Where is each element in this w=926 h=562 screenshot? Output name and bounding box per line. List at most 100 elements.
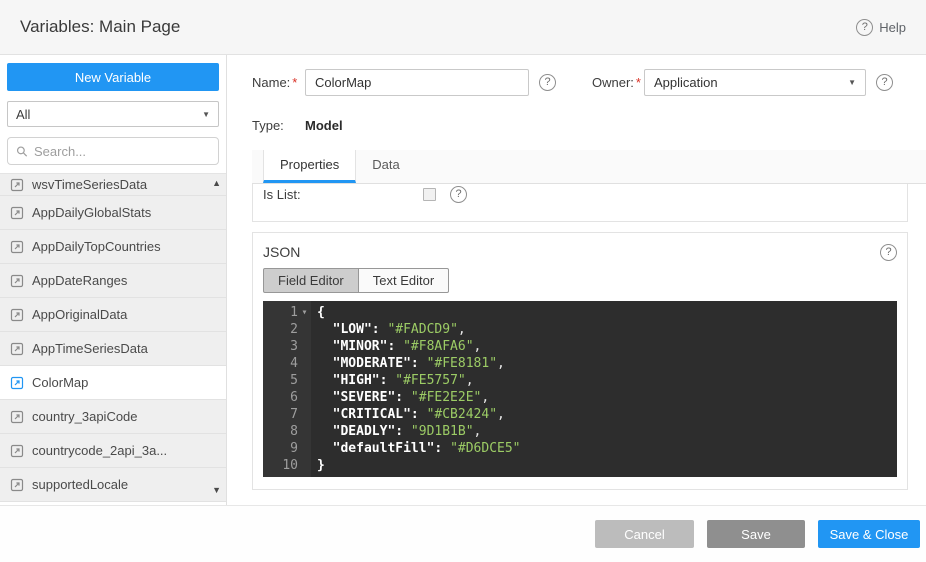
code-key: "defaultFill": [317, 441, 450, 456]
variable-list-item[interactable]: wsvTimeSeriesData [0, 174, 226, 196]
name-field[interactable] [305, 69, 529, 96]
code-line: 5 "HIGH": "#FE5757", [263, 372, 897, 389]
search-input[interactable] [34, 144, 210, 159]
code-key: "SEVERE": [317, 390, 411, 405]
line-number: 1 [263, 304, 298, 321]
code-line: 10} [263, 457, 897, 474]
name-help-icon[interactable]: ? [539, 74, 556, 91]
fold-icon[interactable]: ▾ [298, 304, 311, 321]
json-help-icon[interactable]: ? [880, 244, 897, 261]
variable-detail-panel: Name:* ? Owner:* Application ▼ ? Type: M… [227, 55, 926, 505]
variable-list-item[interactable]: country_3apiCode [0, 400, 226, 434]
variable-list-item-selected[interactable]: ColorMap [0, 366, 226, 400]
required-marker: * [636, 75, 641, 90]
variable-list-item[interactable]: AppDailyGlobalStats [0, 196, 226, 230]
chevron-down-icon: ▼ [202, 110, 210, 119]
code-value: "#CB2424" [427, 407, 497, 422]
is-list-label: Is List: [263, 187, 423, 202]
code-value: "#D6DCE5" [450, 441, 520, 456]
line-number: 2 [263, 321, 298, 338]
page-title: Variables: Main Page [20, 17, 180, 37]
cancel-button[interactable]: Cancel [595, 520, 694, 548]
code-line: 9 "defaultFill": "#D6DCE5" [263, 440, 897, 457]
variable-label: AppDailyTopCountries [32, 239, 161, 254]
tab-properties[interactable]: Properties [263, 150, 356, 183]
code-line: 3 "MINOR": "#F8AFA6", [263, 338, 897, 355]
variable-label: countrycode_2api_3a... [32, 443, 167, 458]
variable-list-item[interactable]: AppDailyTopCountries [0, 230, 226, 264]
variable-icon [10, 206, 24, 220]
code-punct: , [497, 407, 505, 422]
variable-label: AppDateRanges [32, 273, 127, 288]
owner-select[interactable]: Application ▼ [644, 69, 866, 96]
code-line: 7 "CRITICAL": "#CB2424", [263, 406, 897, 423]
new-variable-button[interactable]: New Variable [7, 63, 219, 91]
fold-icon [298, 389, 311, 406]
variable-label: country_3apiCode [32, 409, 138, 424]
save-button[interactable]: Save [707, 520, 805, 548]
json-section-title: JSON [263, 244, 300, 260]
fold-icon [298, 372, 311, 389]
help-button[interactable]: ? Help [856, 19, 906, 36]
tab-data[interactable]: Data [356, 150, 415, 183]
code-value: "#F8AFA6" [403, 339, 473, 354]
code-key: "MODERATE": [317, 356, 427, 371]
code-value: "#FE2E2E" [411, 390, 481, 405]
variable-label: supportedLocale [32, 477, 128, 492]
variable-list-item[interactable]: AppDateRanges [0, 264, 226, 298]
is-list-checkbox[interactable] [423, 188, 436, 201]
variable-icon [10, 178, 24, 192]
code-key: } [317, 458, 325, 473]
variable-icon [10, 240, 24, 254]
fold-icon [298, 440, 311, 457]
code-punct: , [466, 373, 474, 388]
type-row: Type: Model [252, 114, 908, 136]
fold-icon [298, 423, 311, 440]
json-code-editor[interactable]: 1▾ { 2 "LOW": "#FADCD9", 3 "MINOR": "#F8A… [263, 301, 897, 477]
code-key: "LOW": [317, 322, 387, 337]
owner-help-icon[interactable]: ? [876, 74, 893, 91]
code-line: 2 "LOW": "#FADCD9", [263, 321, 897, 338]
variable-list-item[interactable]: AppOriginalData [0, 298, 226, 332]
variable-label: AppOriginalData [32, 307, 127, 322]
variable-list-item[interactable]: AppTimeSeriesData [0, 332, 226, 366]
variable-filter-select[interactable]: All ▼ [7, 101, 219, 127]
code-key: { [317, 305, 325, 320]
code-line: 4 "MODERATE": "#FE8181", [263, 355, 897, 372]
line-number: 8 [263, 423, 298, 440]
code-value: "9D1B1B" [411, 424, 474, 439]
required-marker: * [292, 75, 297, 90]
scroll-up-icon[interactable]: ▲ [212, 178, 221, 188]
code-key: "HIGH": [317, 373, 395, 388]
app-body: New Variable All ▼ wsvTimeSeriesData App… [0, 55, 926, 505]
filter-selected-value: All [16, 107, 30, 122]
page-header: Variables: Main Page ? Help [0, 0, 926, 55]
is-list-help-icon[interactable]: ? [450, 186, 467, 203]
line-number: 7 [263, 406, 298, 423]
code-punct: , [474, 339, 482, 354]
variable-icon [10, 342, 24, 356]
line-number: 9 [263, 440, 298, 457]
name-label: Name:* [252, 75, 305, 90]
type-value: Model [305, 118, 343, 133]
field-editor-button[interactable]: Field Editor [263, 268, 359, 293]
save-and-close-button[interactable]: Save & Close [818, 520, 920, 548]
fold-icon [298, 321, 311, 338]
variable-list-item[interactable]: supportedLocale [0, 468, 226, 502]
variable-list-item[interactable]: countrycode_2api_3a... [0, 434, 226, 468]
line-number: 10 [263, 457, 298, 474]
line-number: 3 [263, 338, 298, 355]
code-punct: , [458, 322, 466, 337]
type-label: Type: [252, 118, 305, 133]
line-number: 6 [263, 389, 298, 406]
scroll-down-icon[interactable]: ▼ [212, 485, 221, 495]
variable-icon [10, 274, 24, 288]
variable-search [7, 137, 219, 165]
text-editor-button[interactable]: Text Editor [359, 268, 449, 293]
variable-icon [10, 308, 24, 322]
json-section-header: JSON ? [263, 242, 897, 262]
help-icon: ? [856, 19, 873, 36]
variable-list: wsvTimeSeriesData AppDailyGlobalStats Ap… [0, 173, 226, 505]
fold-icon [298, 406, 311, 423]
variable-label: ColorMap [32, 375, 88, 390]
